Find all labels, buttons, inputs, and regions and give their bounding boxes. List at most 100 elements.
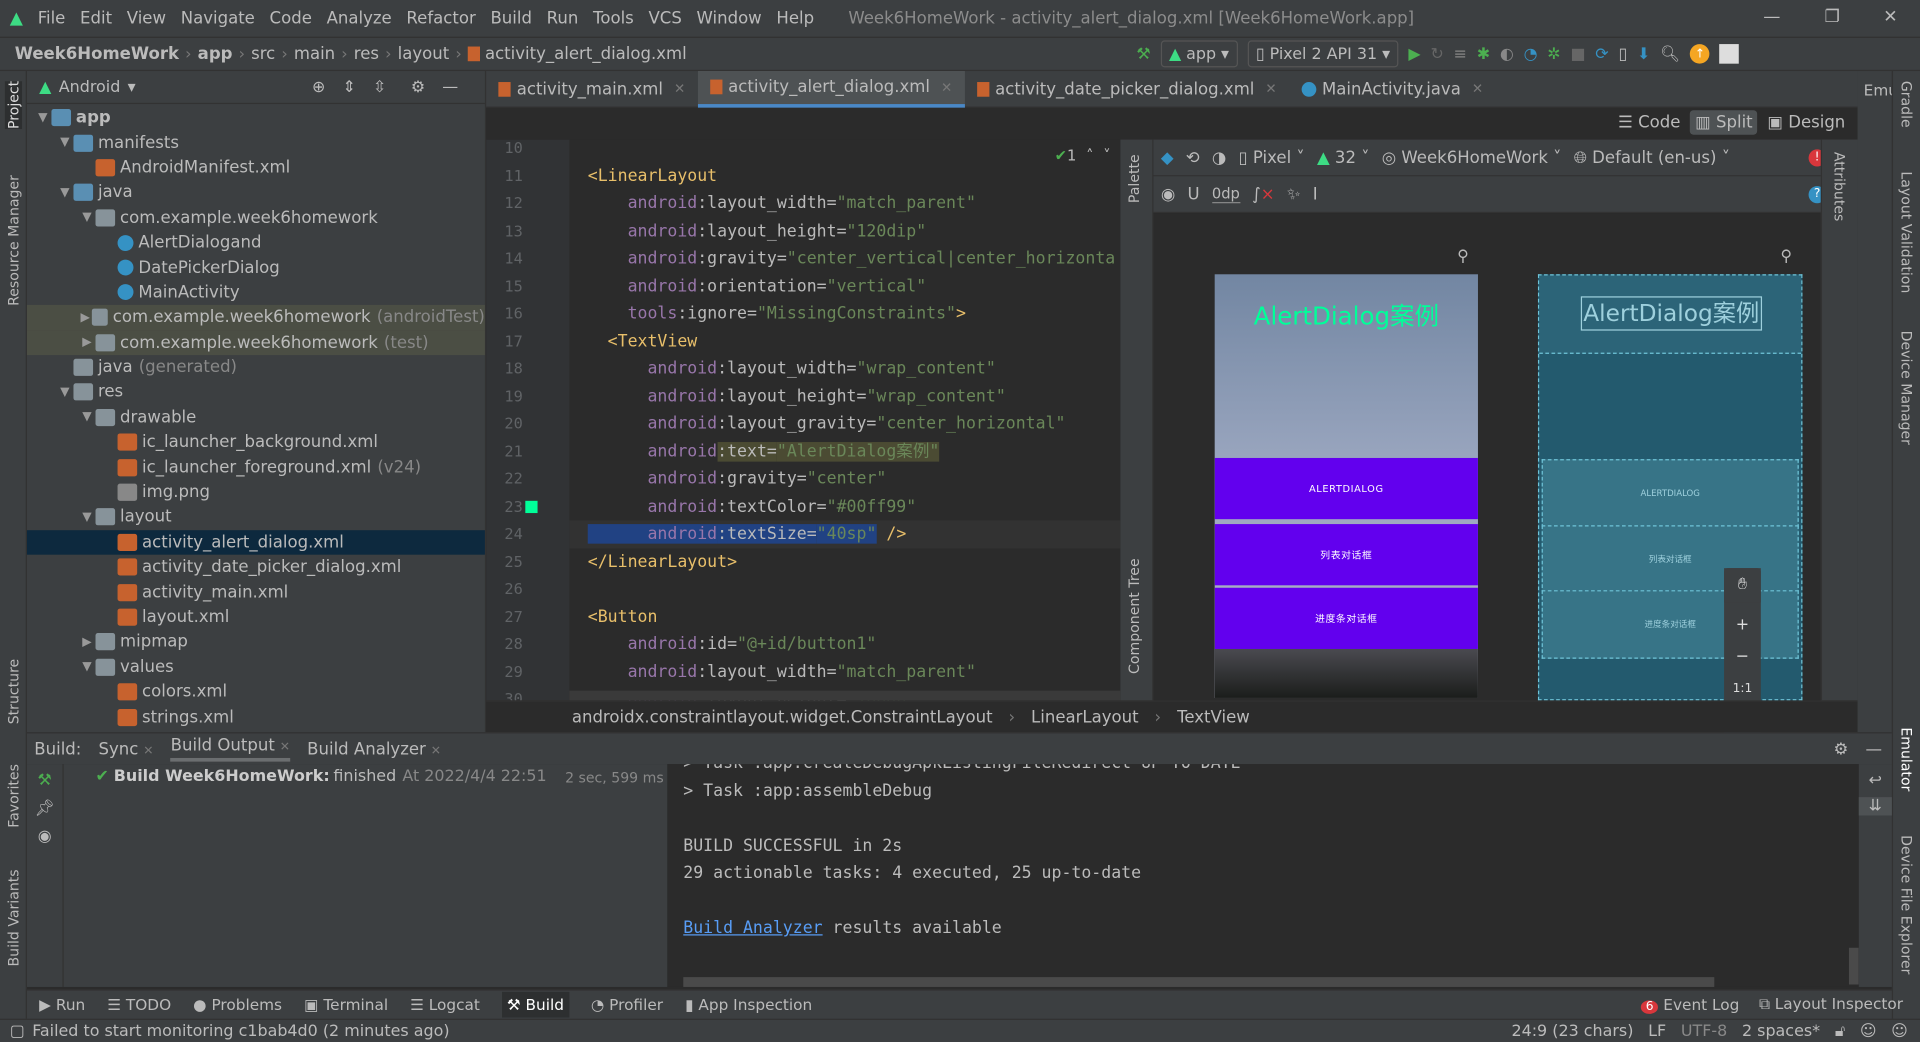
toolwindow-run[interactable]: ▶ Run — [39, 996, 85, 1014]
tree-item[interactable]: ▼ app — [27, 105, 485, 130]
locate-icon[interactable]: ⊕ — [312, 78, 325, 96]
tree-item[interactable]: colors.xml — [27, 680, 485, 705]
status-message[interactable]: Failed to start monitoring c1bab4d0 (2 m… — [32, 1022, 449, 1040]
design-canvas[interactable]: ⚲ ⚲ AlertDialog案例 ALERTDIALOG 列表对话框 进度条对… — [1153, 213, 1825, 738]
close-icon[interactable]: ✕ — [1265, 81, 1276, 97]
indent-setting[interactable]: 2 spaces* — [1742, 1022, 1820, 1040]
tree-item[interactable]: strings.xml — [27, 705, 485, 730]
build-result-row[interactable]: ✔ Build Week6HomeWork: finished At 2022/… — [96, 768, 664, 786]
tree-item[interactable]: img.png — [27, 480, 485, 505]
toolwindow-todo[interactable]: ☰ TODO — [107, 996, 171, 1014]
eye-icon[interactable]: ◉ — [27, 828, 63, 846]
component-tree-tab[interactable]: Component Tree — [1125, 558, 1142, 674]
code-editor[interactable]: 10 11 12 13 14 15 16 17 18 19 20 21 22 23 24 25 26 27 28 29… — [486, 139, 1121, 701]
breadcrumb-item[interactable]: layout — [398, 44, 450, 64]
structure-crumb[interactable]: TextView — [1177, 707, 1250, 727]
close-icon[interactable]: ✕ — [280, 741, 290, 754]
wrench-icon[interactable]: ⚲ — [1457, 247, 1469, 265]
structure-tool-tab[interactable]: Structure — [5, 659, 22, 725]
close-icon[interactable]: ✕ — [1472, 81, 1483, 97]
theme-select[interactable]: ◎ Week6HomeWork ˅ — [1382, 148, 1562, 168]
tree-item[interactable]: AlertDialogand — [27, 230, 485, 255]
breadcrumb-item[interactable]: main — [294, 44, 335, 64]
pin-icon[interactable]: 📌︎ — [27, 800, 63, 818]
device-manager-tool-tab[interactable]: Device Manager — [1898, 331, 1915, 445]
coverage-icon[interactable]: ◐ — [1500, 45, 1514, 63]
line-separator[interactable]: LF — [1648, 1022, 1666, 1040]
minimize-button[interactable]: — — [1763, 7, 1780, 27]
build-console[interactable]: > Task :app:createDebugApkListingFileRed… — [667, 764, 1859, 987]
menu-window[interactable]: Window — [689, 9, 769, 29]
tree-item[interactable]: MainActivity — [27, 280, 485, 305]
scroll-to-end-icon[interactable]: ⇊ — [1858, 797, 1892, 816]
tree-item[interactable]: ▼ layout — [27, 505, 485, 530]
horizontal-scrollbar[interactable] — [569, 690, 1121, 701]
project-tool-tab[interactable]: Project — [4, 80, 23, 130]
smiley-icon[interactable]: ☺ — [1891, 1022, 1908, 1040]
hammer-icon[interactable]: ⚒ — [1136, 45, 1150, 63]
tree-item[interactable]: ic_launcher_background.xml — [27, 430, 485, 455]
magnet-icon[interactable]: U — [1187, 184, 1199, 204]
attach-debugger-icon[interactable]: ✲ — [1547, 45, 1560, 63]
breadcrumb-item[interactable]: activity_alert_dialog.xml — [485, 44, 687, 64]
tree-item[interactable]: DatePickerDialog — [27, 255, 485, 280]
device-manager-icon[interactable]: ▯ — [1618, 45, 1627, 63]
project-view-select[interactable]: Android — [59, 78, 121, 96]
lock-icon[interactable]: 🔓︎ — [1835, 1022, 1845, 1040]
stop-icon[interactable]: ■ — [1570, 45, 1585, 63]
gear-icon[interactable]: ⚙ — [411, 78, 425, 96]
update-icon[interactable]: ↑ — [1690, 44, 1710, 64]
build-analyzer-link[interactable]: Build Analyzer — [683, 918, 822, 938]
design-mode-button[interactable]: ▣ Design — [1762, 110, 1850, 134]
build-tab[interactable]: Build Output ✕ — [170, 736, 291, 762]
account-icon[interactable] — [1719, 44, 1740, 64]
close-icon[interactable]: ✕ — [143, 744, 153, 757]
split-mode-button[interactable]: ▥ Split — [1690, 110, 1758, 135]
toolwindow-build[interactable]: ⚒ Build — [501, 991, 569, 1018]
pan-hand-icon[interactable]: ✋︎ — [1724, 568, 1761, 603]
hide-icon[interactable]: — — [442, 78, 458, 96]
run-icon[interactable]: ▶ — [1408, 45, 1420, 63]
tree-item[interactable]: activity_alert_dialog.xml — [26, 529, 485, 555]
hammer-icon[interactable]: ⚒ — [27, 771, 63, 789]
resource-manager-tool-tab[interactable]: Resource Manager — [5, 175, 22, 306]
layers-icon[interactable]: ◆ — [1161, 148, 1174, 168]
menu-edit[interactable]: Edit — [73, 9, 120, 29]
breadcrumb-item[interactable]: res — [354, 44, 379, 64]
tree-item[interactable]: ▶ mipmap — [27, 630, 485, 655]
menu-run[interactable]: Run — [539, 9, 585, 29]
cursor-position[interactable]: 24:9 (23 chars) — [1511, 1022, 1633, 1040]
expand-all-icon[interactable]: ⇕ — [342, 78, 355, 96]
guidelines-icon[interactable]: I — [1313, 184, 1318, 204]
menu-code[interactable]: Code — [262, 9, 319, 29]
tree-item[interactable]: java (generated) — [27, 355, 485, 380]
locale-select[interactable]: 🌐︎ Default (en-us) ˅ — [1574, 148, 1730, 168]
tree-item[interactable]: layout.xml — [27, 605, 485, 630]
tree-item[interactable]: ic_launcher_foreground.xml (v24) — [27, 455, 485, 480]
vertical-scrollbar[interactable] — [1848, 947, 1859, 985]
toolwindow-problems[interactable]: ● Problems — [193, 996, 282, 1014]
menu-file[interactable]: File — [30, 9, 72, 29]
structure-crumb[interactable]: androidx.constraintlayout.widget.Constra… — [572, 707, 993, 727]
night-mode-icon[interactable]: ◑ — [1212, 148, 1226, 168]
search-icon[interactable]: 🔍︎ — [1660, 45, 1680, 63]
tree-item[interactable]: ▼ drawable — [27, 405, 485, 430]
breadcrumb-item[interactable]: src — [251, 44, 275, 64]
tree-item[interactable]: ▼ manifests — [27, 130, 485, 155]
profile-icon[interactable]: ◔ — [1524, 45, 1538, 63]
tree-item[interactable]: ▶ com.example.week6homework (androidTest) — [26, 305, 485, 331]
rerun-icon[interactable]: ↻ — [1430, 45, 1443, 63]
build-variants-tool-tab[interactable]: Build Variants — [5, 869, 22, 966]
favorites-tool-tab[interactable]: Favorites — [5, 764, 22, 828]
tree-item[interactable]: activity_date_picker_dialog.xml — [27, 555, 485, 580]
default-margin-select[interactable]: 0dp — [1211, 185, 1240, 204]
menu-help[interactable]: Help — [769, 9, 821, 29]
tree-item[interactable]: ▼ java — [27, 180, 485, 205]
tree-item[interactable]: ▼ com.example.week6homework — [27, 205, 485, 230]
menu-analyze[interactable]: Analyze — [319, 9, 399, 29]
toolwindow-profiler[interactable]: ◔ Profiler — [591, 996, 663, 1014]
close-icon[interactable]: ✕ — [941, 79, 952, 95]
inspection-ok-icon[interactable]: ✔1 — [1055, 147, 1077, 164]
build-tab[interactable]: Sync ✕ — [98, 739, 153, 759]
structure-crumb[interactable]: LinearLayout — [1031, 707, 1139, 727]
